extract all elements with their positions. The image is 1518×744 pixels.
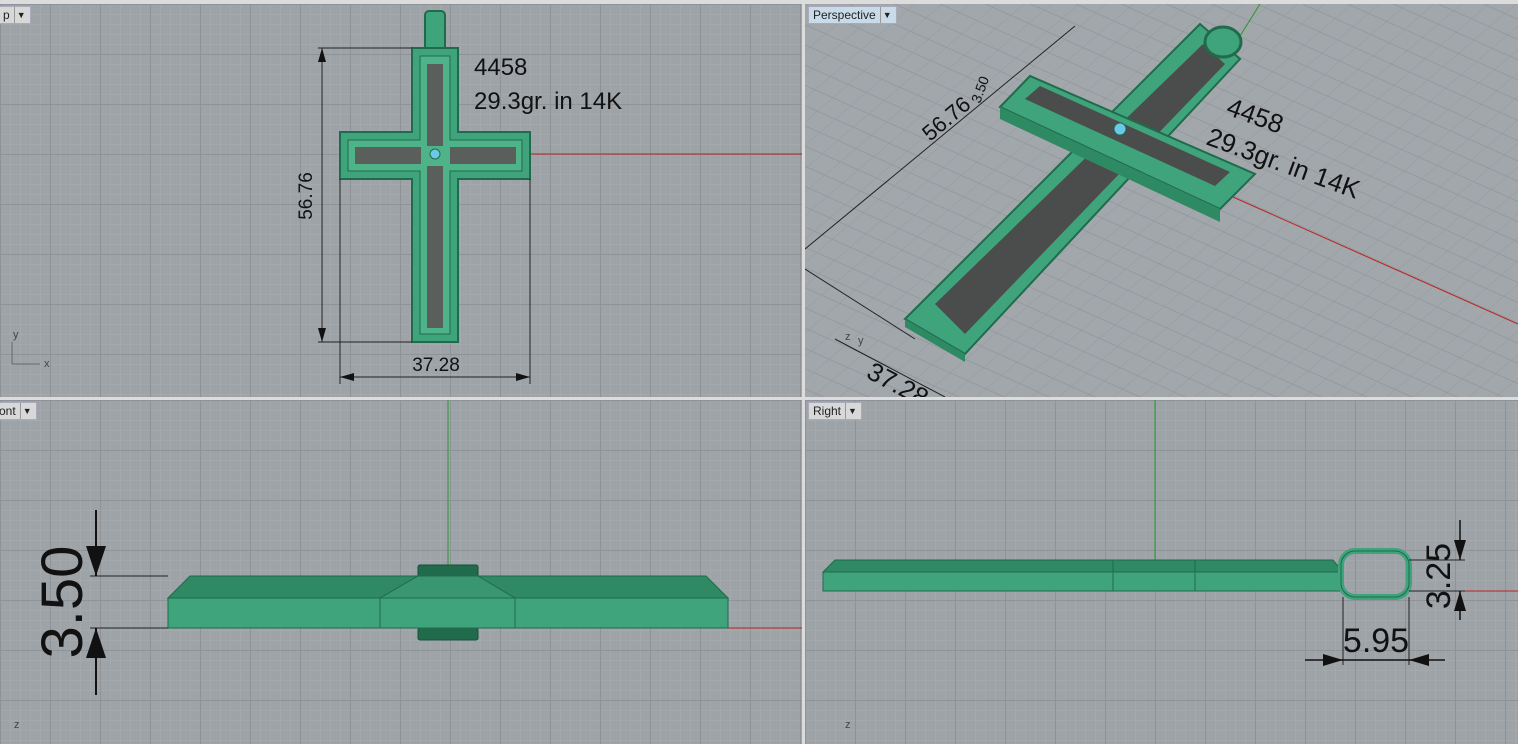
viewport-name: ont bbox=[0, 404, 16, 418]
top-view-canvas: 56.76 37.28 4458 29.3gr. in 14K y x bbox=[11, 10, 802, 384]
axis-z-label: z bbox=[14, 719, 20, 731]
front-view-canvas: 3.50 z bbox=[14, 400, 802, 731]
chevron-down-icon[interactable]: ▼ bbox=[13, 7, 26, 23]
viewport-name: Perspective bbox=[813, 8, 876, 22]
thickness-label: 3.50 bbox=[30, 546, 95, 659]
cross-top-face bbox=[821, 559, 1345, 573]
viewport-name: Right bbox=[813, 404, 842, 418]
bail-shape bbox=[1203, 25, 1243, 59]
bail-bottom bbox=[417, 627, 479, 641]
cross-side bbox=[822, 571, 1344, 592]
axis-z-label: z bbox=[845, 331, 851, 343]
viewport-label-perspective[interactable]: Perspective ▼ bbox=[808, 6, 897, 24]
top-viewport[interactable]: 56.76 37.28 4458 29.3gr. in 14K y x p ▼ bbox=[0, 4, 802, 397]
axis-y-label: y bbox=[13, 329, 19, 341]
front-viewport[interactable]: 3.50 z ont ▼ bbox=[0, 400, 802, 744]
viewport-label-right[interactable]: Right ▼ bbox=[808, 402, 862, 420]
center-stone bbox=[1113, 122, 1127, 136]
viewport-label-top[interactable]: p ▼ bbox=[0, 6, 31, 24]
axis-z-label: z bbox=[845, 719, 851, 731]
bail-height-label: 3.25 bbox=[1420, 543, 1458, 609]
right-view-canvas: 3.25 5.95 z bbox=[821, 400, 1518, 731]
bail-loop bbox=[1338, 548, 1412, 600]
viewport-label-front[interactable]: ont ▼ bbox=[0, 402, 37, 420]
inlay-left bbox=[355, 147, 421, 164]
width-label: 37.28 bbox=[412, 355, 460, 376]
inlay-top bbox=[427, 64, 443, 146]
model-id-label: 4458 bbox=[474, 54, 527, 81]
perspective-viewport[interactable]: 56.76 3.50 37.28 4458 29.3gr. in 14K z y… bbox=[805, 4, 1518, 397]
right-viewport[interactable]: 3.25 5.95 z Right ▼ bbox=[805, 400, 1518, 744]
axis-y-label: y bbox=[858, 335, 864, 347]
bail-width-label: 5.95 bbox=[1343, 622, 1409, 660]
viewport-name: p bbox=[3, 8, 10, 22]
perspective-canvas: 56.76 3.50 37.28 4458 29.3gr. in 14K z y bbox=[805, 4, 1518, 397]
chevron-down-icon[interactable]: ▼ bbox=[845, 403, 857, 419]
axis-x-label: x bbox=[44, 358, 50, 370]
chevron-down-icon[interactable]: ▼ bbox=[19, 403, 32, 419]
cross-side bbox=[167, 597, 729, 629]
center-stone bbox=[429, 148, 441, 160]
bail-top bbox=[417, 564, 479, 578]
height-label: 56.76 bbox=[296, 172, 317, 220]
inlay-bottom bbox=[427, 166, 443, 328]
bail-shape bbox=[424, 10, 446, 52]
weight-label: 29.3gr. in 14K bbox=[474, 88, 622, 115]
chevron-down-icon[interactable]: ▼ bbox=[879, 7, 892, 23]
inlay-right bbox=[450, 147, 516, 164]
